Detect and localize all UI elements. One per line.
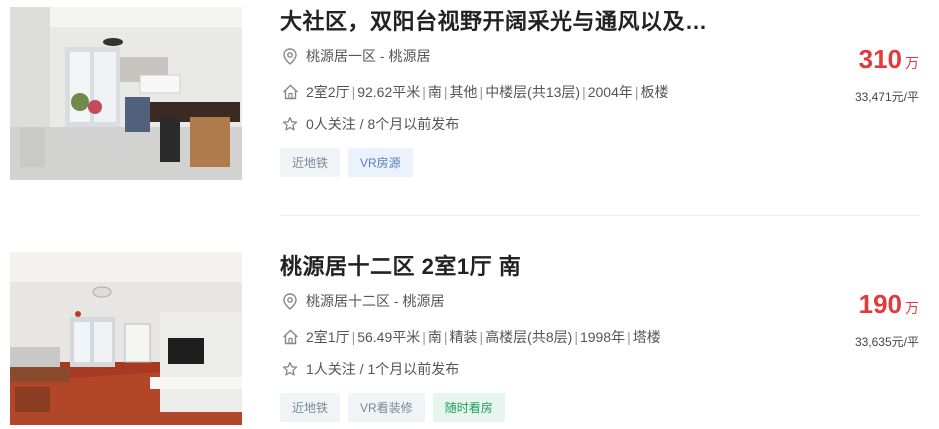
info-orientation: 南 (427, 329, 442, 345)
location-text: 桃源居十二区 - 桃源居 (306, 293, 445, 309)
info-separator: | (634, 84, 639, 100)
tag-vr: VR房源 (348, 148, 413, 177)
info-decoration: 其他 (449, 84, 478, 100)
info-layout: 2室1厅 (306, 329, 350, 345)
total-price: 190 万 (859, 289, 919, 320)
info-orientation: 南 (427, 84, 442, 100)
follow-text: 1人关注 / 1个月以前发布 (306, 361, 460, 377)
info-year: 2004年 (587, 84, 633, 100)
info-floor: 高楼层(共8层) (485, 329, 573, 345)
star-icon (280, 115, 300, 133)
info-area: 56.49平米 (357, 329, 421, 345)
info-year: 1998年 (579, 329, 626, 345)
info-separator: | (443, 84, 448, 100)
listing-location[interactable]: 桃源居一区 - 桃源居 (280, 46, 430, 66)
listing-photo-1[interactable] (10, 7, 242, 180)
tag-anytime-viewing: 随时看房 (432, 393, 505, 422)
price-unit: 万 (905, 300, 919, 316)
info-separator: | (582, 84, 586, 100)
info-separator: | (422, 329, 426, 345)
listing-location[interactable]: 桃源居十二区 - 桃源居 (280, 291, 444, 311)
tag-near-subway: 近地铁 (280, 148, 341, 177)
price-unit: 万 (905, 55, 919, 71)
house-icon (280, 83, 300, 101)
info-separator: | (574, 329, 578, 345)
info-layout: 2室2厅 (306, 84, 350, 100)
info-floor: 中楼层(共13层) (485, 84, 581, 100)
location-pin-icon (280, 47, 300, 65)
info-separator: | (627, 329, 631, 345)
location-text: 桃源居一区 - 桃源居 (306, 48, 431, 64)
location-pin-icon (280, 292, 300, 310)
info-decoration: 精装 (449, 329, 478, 345)
total-price: 310 万 (859, 44, 919, 75)
price-value: 310 (858, 44, 902, 74)
tag-list: 近地铁 VR看装修 随时看房 (280, 393, 505, 422)
tag-vr-decoration: VR看装修 (348, 393, 425, 422)
tag-near-subway: 近地铁 (280, 393, 341, 422)
listing-card-2[interactable]: 桃源居十二区 2室1厅 南 桃源居十二区 - 桃源居 2室1厅 | 56.49平… (0, 245, 939, 429)
listing-card-1[interactable]: 大社区，双阳台视野开阔采光与通风以及… 桃源居一区 - 桃源居 2室2厅 | 9… (0, 0, 939, 216)
listing-follow-info: 0人关注 / 8个月以前发布 (280, 114, 459, 134)
info-separator: | (479, 329, 484, 345)
info-building-type: 板楼 (640, 84, 669, 100)
info-separator: | (443, 329, 448, 345)
info-separator: | (422, 84, 426, 100)
listing-title[interactable]: 桃源居十二区 2室1厅 南 (280, 249, 521, 281)
listing-title[interactable]: 大社区，双阳台视野开阔采光与通风以及… (280, 4, 708, 36)
price-value: 190 (858, 289, 902, 319)
info-area: 92.62平米 (357, 84, 421, 100)
info-building-type: 塔楼 (632, 329, 661, 345)
info-separator: | (351, 84, 356, 100)
unit-price: 33,635元/平 (854, 335, 919, 349)
follow-text: 0人关注 / 8个月以前发布 (306, 116, 460, 132)
house-icon (280, 328, 300, 346)
listing-follow-info: 1人关注 / 1个月以前发布 (280, 359, 459, 379)
star-icon (280, 360, 300, 378)
tag-list: 近地铁 VR房源 (280, 148, 413, 177)
listing-info: 2室1厅 | 56.49平米 | 南 | 精装 | 高楼层(共8层) | 199… (280, 327, 661, 347)
listing-photo-2[interactable] (10, 252, 242, 425)
info-separator: | (351, 329, 356, 345)
listing-info: 2室2厅 | 92.62平米 | 南 | 其他 | 中楼层(共13层) | 20… (280, 82, 669, 102)
divider (280, 215, 920, 216)
unit-price: 33,471元/平 (854, 90, 919, 104)
info-separator: | (479, 84, 484, 100)
